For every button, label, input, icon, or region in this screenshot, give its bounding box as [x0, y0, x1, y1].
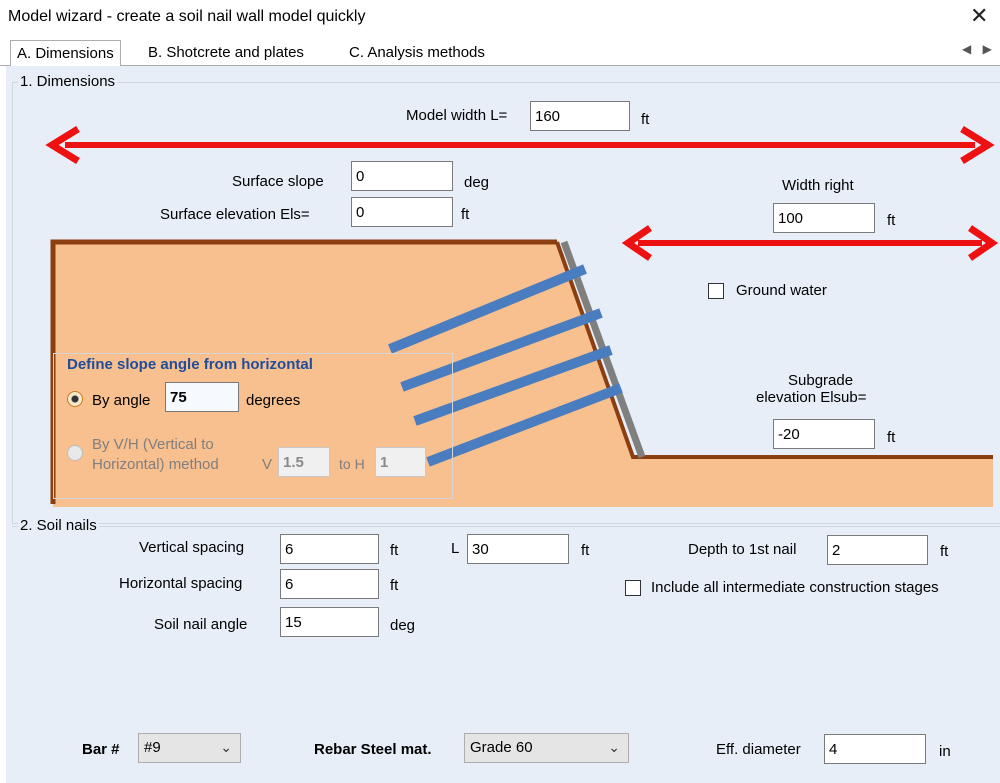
vh-v-label: V: [262, 456, 273, 473]
by-angle-label: By angle: [92, 392, 151, 409]
horizontal-spacing-unit: ft: [390, 577, 399, 594]
nail-angle-unit: deg: [390, 617, 416, 634]
by-vh-label-line1: By V/H (Vertical to: [92, 436, 214, 453]
bar-number-label: Bar #: [82, 741, 120, 758]
ground-water-checkbox[interactable]: [708, 283, 724, 299]
depth-first-nail-unit: ft: [940, 543, 949, 560]
surface-elevation-unit: ft: [461, 206, 470, 223]
by-vh-label-line2: Horizontal) method: [92, 456, 219, 473]
vertical-spacing-input[interactable]: [280, 534, 379, 564]
by-angle-unit: degrees: [246, 392, 301, 409]
include-stages-label: Include all intermediate construction st…: [651, 579, 939, 596]
eff-diameter-input[interactable]: [824, 734, 926, 764]
eff-diameter-unit: in: [939, 743, 951, 760]
nail-length-unit: ft: [581, 542, 590, 559]
nail-length-input[interactable]: [467, 534, 569, 564]
chevron-down-icon: ⌄: [608, 739, 620, 755]
vertical-spacing-label: Vertical spacing: [139, 539, 245, 556]
vh-v-input[interactable]: [278, 447, 330, 477]
ground-water-label: Ground water: [736, 282, 827, 299]
by-angle-input[interactable]: [165, 382, 239, 412]
chevron-down-icon: ⌄: [220, 739, 232, 755]
window-title: Model wizard - create a soil nail wall m…: [8, 8, 366, 25]
include-stages-checkbox[interactable]: [625, 580, 641, 596]
nail-angle-label: Soil nail angle: [154, 616, 248, 633]
rebar-steel-select[interactable]: Grade 60 ⌄: [464, 733, 629, 763]
tab-shotcrete-and-plates[interactable]: B. Shotcrete and plates: [142, 40, 310, 65]
by-angle-radio[interactable]: [67, 391, 83, 407]
dimensions-legend: 1. Dimensions: [18, 73, 118, 90]
slope-angle-group: [53, 353, 453, 499]
model-width-label: Model width L=: [406, 107, 508, 124]
surface-slope-unit: deg: [464, 174, 490, 191]
depth-first-nail-label: Depth to 1st nail: [688, 541, 797, 558]
tab-dimensions[interactable]: A. Dimensions: [10, 40, 121, 67]
vh-h-input[interactable]: [375, 447, 426, 477]
vh-h-label: to H: [339, 456, 365, 472]
rebar-steel-label: Rebar Steel mat.: [314, 741, 432, 758]
subgrade-label-line2: elevation Elsub=: [756, 389, 867, 406]
surface-elevation-input[interactable]: [351, 197, 453, 227]
width-right-arrow: [621, 225, 999, 261]
subgrade-elevation-unit: ft: [887, 429, 896, 446]
soil-nails-divider: [12, 526, 1000, 527]
model-width-arrow: [45, 126, 995, 164]
surface-slope-input[interactable]: [351, 161, 453, 191]
close-icon[interactable]: ✕: [970, 5, 988, 27]
width-right-label: Width right: [782, 177, 854, 194]
by-vh-radio[interactable]: [67, 445, 83, 461]
horizontal-spacing-input[interactable]: [280, 569, 379, 599]
subgrade-elevation-input[interactable]: [773, 419, 875, 449]
horizontal-spacing-label: Horizontal spacing: [119, 575, 243, 592]
tab-analysis-methods[interactable]: C. Analysis methods: [343, 40, 491, 65]
slope-angle-title: Define slope angle from horizontal: [67, 356, 313, 373]
eff-diameter-label: Eff. diameter: [716, 741, 801, 758]
bar-number-select[interactable]: #9 ⌄: [138, 733, 241, 763]
bar-number-value: #9: [144, 739, 161, 756]
subgrade-label-line1: Subgrade: [788, 372, 854, 389]
surface-elevation-label: Surface elevation Els=: [160, 206, 310, 223]
depth-first-nail-input[interactable]: [827, 535, 928, 565]
nail-angle-input[interactable]: [280, 607, 379, 637]
tab-scroll-arrows-icon[interactable]: ◀ ▶: [962, 42, 996, 56]
nail-length-label: L: [451, 540, 460, 557]
surface-slope-label: Surface slope: [232, 173, 324, 190]
vertical-spacing-unit: ft: [390, 542, 399, 559]
soil-nails-legend: 2. Soil nails: [18, 517, 99, 534]
rebar-steel-value: Grade 60: [470, 739, 533, 756]
